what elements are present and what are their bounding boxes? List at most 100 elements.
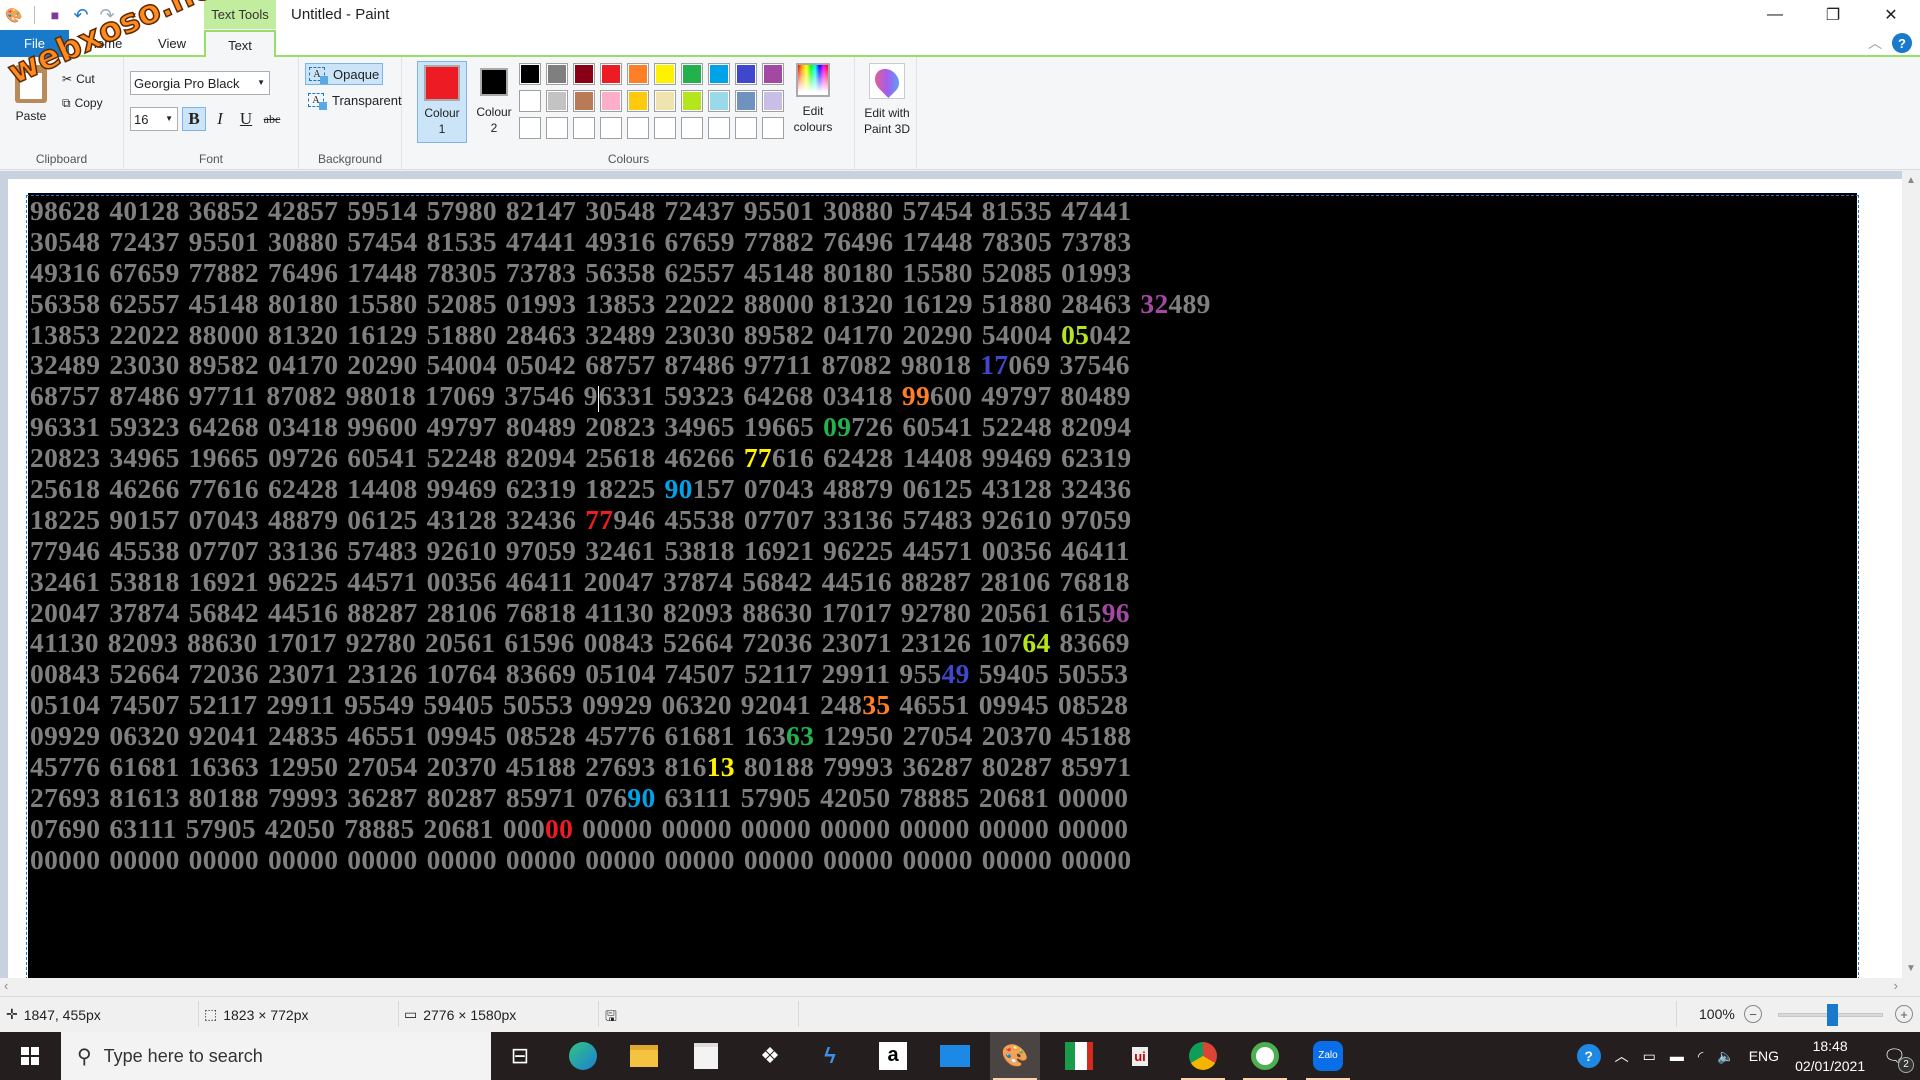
- custom-colour-slot[interactable]: [627, 117, 649, 139]
- language-indicator[interactable]: ENG: [1749, 1048, 1779, 1064]
- opaque-option[interactable]: A Opaque: [305, 63, 384, 85]
- grid-number: 68757: [585, 349, 656, 381]
- paint-app-icon[interactable]: 🎨: [4, 5, 24, 25]
- minimize-button[interactable]: —: [1746, 0, 1804, 30]
- palette-swatch[interactable]: [519, 63, 541, 85]
- action-center-icon[interactable]: 🗨 2: [1883, 1046, 1914, 1073]
- palette-swatch[interactable]: [546, 90, 568, 112]
- palette-swatch[interactable]: [762, 63, 784, 85]
- unikey-icon[interactable]: ui: [1115, 1032, 1165, 1080]
- visual-studio-icon[interactable]: ϟ: [805, 1032, 855, 1080]
- palette-swatch[interactable]: [654, 90, 676, 112]
- palette-swatch[interactable]: [762, 90, 784, 112]
- grid-number: 44516: [821, 565, 892, 597]
- palette-swatch[interactable]: [546, 63, 568, 85]
- palette-swatch[interactable]: [735, 90, 757, 112]
- palette-swatch[interactable]: [573, 90, 595, 112]
- coccoc-icon[interactable]: [1240, 1032, 1290, 1080]
- grid-number: 60541: [902, 411, 973, 443]
- scroll-left-icon[interactable]: ‹: [4, 978, 8, 993]
- cut-button[interactable]: ✂ Cut: [62, 69, 95, 89]
- mail-icon[interactable]: [930, 1032, 980, 1080]
- strikethrough-button[interactable]: abc: [260, 107, 284, 131]
- colour2-button[interactable]: Colour 2: [469, 61, 519, 143]
- palette-swatch[interactable]: [600, 63, 622, 85]
- font-size-select[interactable]: 16 ▼: [130, 107, 178, 131]
- number-grid[interactable]: 98628 40128 36852 42857 59514 57980 82147 30548…: [30, 195, 1220, 876]
- restore-button[interactable]: ❐: [1804, 0, 1862, 30]
- edge-icon[interactable]: [558, 1032, 608, 1080]
- custom-colour-slot[interactable]: [654, 117, 676, 139]
- custom-colour-slot[interactable]: [762, 117, 784, 139]
- grid-row: 30548 72437 95501 30880 57454 81535 47441 49316…: [30, 226, 1220, 258]
- custom-colour-slot[interactable]: [708, 117, 730, 139]
- dropbox-icon[interactable]: ❖: [745, 1032, 795, 1080]
- zoom-out-button[interactable]: −: [1744, 1005, 1762, 1023]
- grid-number: 00000: [188, 843, 259, 875]
- palette-swatch[interactable]: [627, 90, 649, 112]
- colour1-button[interactable]: Colour 1: [417, 61, 467, 143]
- italic-button[interactable]: I: [208, 107, 232, 131]
- help-tips-icon[interactable]: ?: [1576, 1044, 1601, 1068]
- zoom-slider-thumb[interactable]: [1826, 1004, 1838, 1026]
- palette-swatch[interactable]: [519, 90, 541, 112]
- paint-taskbar-icon[interactable]: 🎨: [990, 1032, 1040, 1080]
- wifi-icon[interactable]: ◜: [1698, 1048, 1703, 1065]
- show-hidden-icons[interactable]: ︿: [1615, 1046, 1629, 1066]
- font-family-select[interactable]: Georgia Pro Black ▼: [130, 71, 270, 95]
- colour2-swatch: [480, 68, 508, 96]
- palette-swatch[interactable]: [735, 63, 757, 85]
- palette-swatch[interactable]: [573, 63, 595, 85]
- palette-swatch[interactable]: [708, 63, 730, 85]
- bold-button[interactable]: B: [182, 107, 206, 131]
- copy-button[interactable]: ⧉ Copy: [62, 93, 103, 113]
- file-explorer-icon[interactable]: [619, 1032, 669, 1080]
- grid-number: 28463: [1061, 287, 1132, 319]
- grid-number: 92041: [188, 720, 259, 752]
- tab-text[interactable]: Text: [204, 30, 276, 59]
- palette-swatch[interactable]: [600, 90, 622, 112]
- horizontal-scrollbar[interactable]: ‹ ›: [0, 978, 1902, 995]
- meet-now-icon[interactable]: ▭: [1643, 1048, 1656, 1065]
- battery-icon[interactable]: ▬: [1670, 1048, 1684, 1064]
- task-view-icon[interactable]: ⊟: [495, 1032, 545, 1080]
- custom-colour-slot[interactable]: [546, 117, 568, 139]
- palette-swatch[interactable]: [654, 63, 676, 85]
- help-icon[interactable]: ?: [1892, 33, 1912, 53]
- zalo-icon[interactable]: Zalo: [1303, 1032, 1353, 1080]
- tab-view[interactable]: View: [140, 30, 204, 57]
- underline-button[interactable]: U: [234, 107, 258, 131]
- palette-swatch[interactable]: [627, 63, 649, 85]
- amazon-icon[interactable]: a: [868, 1032, 918, 1080]
- scroll-down-icon[interactable]: ▼: [1906, 963, 1916, 974]
- custom-colour-slot[interactable]: [735, 117, 757, 139]
- palette-swatch[interactable]: [708, 90, 730, 112]
- save-icon[interactable]: ■: [45, 5, 65, 25]
- grid-number: 00000: [505, 843, 577, 875]
- store-icon[interactable]: [681, 1032, 731, 1080]
- zoom-in-button[interactable]: +: [1895, 1005, 1913, 1023]
- edit-colours-button[interactable]: Edit colours: [783, 63, 843, 135]
- palette-swatch[interactable]: [681, 63, 703, 85]
- clock[interactable]: 18:48 02/01/2021: [1795, 1036, 1865, 1076]
- custom-colour-slot[interactable]: [681, 117, 703, 139]
- swatch-color: [548, 92, 566, 110]
- vertical-scrollbar[interactable]: ▲ ▼: [1902, 171, 1920, 978]
- foxit-reader-icon[interactable]: [1054, 1032, 1104, 1080]
- custom-colour-slot[interactable]: [573, 117, 595, 139]
- volume-icon[interactable]: 🔈: [1717, 1048, 1734, 1065]
- taskbar-search[interactable]: ⚲ Type here to search: [61, 1032, 491, 1080]
- custom-colour-slot[interactable]: [519, 117, 541, 139]
- scroll-up-icon[interactable]: ▲: [1906, 175, 1916, 186]
- chrome-icon[interactable]: [1178, 1032, 1228, 1080]
- transparent-option[interactable]: A Transparent: [305, 89, 405, 111]
- palette-swatch[interactable]: [681, 90, 703, 112]
- start-button[interactable]: [0, 1032, 60, 1080]
- scroll-right-icon[interactable]: ›: [1894, 978, 1898, 993]
- grid-number: 88630: [742, 596, 813, 628]
- collapse-ribbon-icon[interactable]: ︿: [1868, 33, 1882, 53]
- close-button[interactable]: ✕: [1862, 0, 1920, 30]
- custom-colour-slot[interactable]: [600, 117, 622, 139]
- zoom-slider[interactable]: [1778, 1004, 1883, 1026]
- edit-with-paint3d-button[interactable]: Edit with Paint 3D: [859, 63, 915, 137]
